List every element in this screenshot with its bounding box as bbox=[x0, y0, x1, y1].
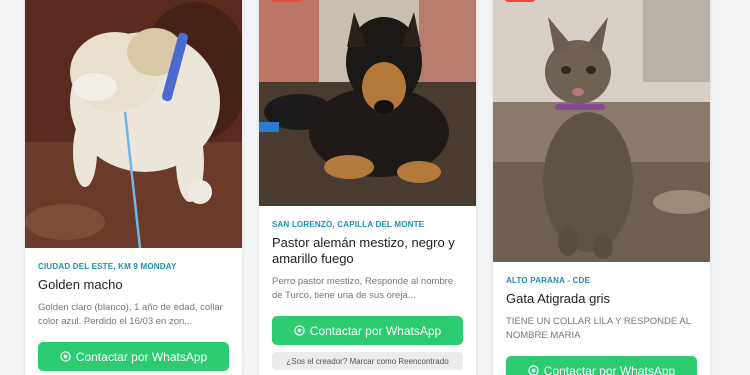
status-badge bbox=[503, 0, 537, 2]
whatsapp-contact-button[interactable]: Contactar por WhatsApp bbox=[506, 356, 697, 375]
whatsapp-icon bbox=[528, 365, 539, 375]
pet-description: TIENE UN COLLAR LILA Y RESPONDE AL NOMBR… bbox=[506, 316, 691, 341]
pet-card[interactable]: CIUDAD DEL ESTE, KM 9 MONDAY Golden mach… bbox=[25, 0, 242, 375]
status-badge bbox=[269, 0, 303, 2]
pet-title[interactable]: Golden macho bbox=[38, 277, 229, 293]
mark-reunited-link[interactable]: ¿Sos el creador? Marcar como Reencontrad… bbox=[272, 352, 463, 370]
pet-description: Golden claro (blanco), 1 año de edad, co… bbox=[38, 302, 223, 327]
dog-photo-icon bbox=[259, 0, 476, 206]
whatsapp-icon bbox=[60, 351, 71, 362]
pet-location: CIUDAD DEL ESTE, KM 9 MONDAY bbox=[38, 262, 177, 271]
cat-photo-icon bbox=[493, 0, 710, 262]
pet-title[interactable]: Pastor alemán mestizo, negro y amarillo … bbox=[272, 235, 463, 267]
pet-photo[interactable] bbox=[259, 0, 476, 206]
pet-location: ALTO PARANA - CDE bbox=[506, 276, 590, 285]
pet-card[interactable]: SAN LORENZO, CAPILLA DEL MONTE Pastor al… bbox=[259, 0, 476, 375]
pet-description: Perro pastor mestizo, Responde al nombre… bbox=[272, 276, 454, 301]
whatsapp-button-label: Contactar por WhatsApp bbox=[543, 363, 676, 375]
pet-photo[interactable] bbox=[493, 0, 710, 262]
whatsapp-button-label: Contactar por WhatsApp bbox=[309, 323, 442, 338]
whatsapp-icon bbox=[294, 325, 305, 336]
pet-photo[interactable] bbox=[25, 0, 242, 248]
pet-title[interactable]: Gata Atigrada gris bbox=[506, 291, 697, 307]
whatsapp-contact-button[interactable]: Contactar por WhatsApp bbox=[38, 342, 229, 371]
dog-photo-icon bbox=[25, 0, 242, 248]
whatsapp-button-label: Contactar por WhatsApp bbox=[75, 349, 208, 364]
pet-location: SAN LORENZO, CAPILLA DEL MONTE bbox=[272, 220, 425, 229]
pet-card[interactable]: ALTO PARANA - CDE Gata Atigrada gris TIE… bbox=[493, 0, 710, 375]
whatsapp-contact-button[interactable]: Contactar por WhatsApp bbox=[272, 316, 463, 345]
